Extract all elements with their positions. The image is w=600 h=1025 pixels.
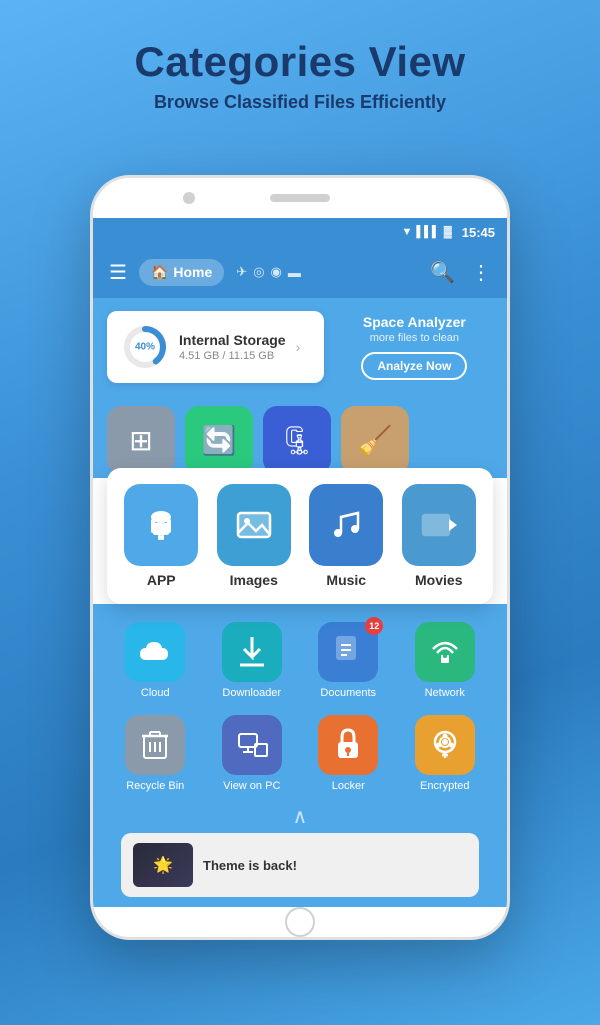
locker-item[interactable]: Locker xyxy=(308,715,388,792)
storage-arrow-icon: › xyxy=(296,339,301,355)
nav-icons: ✈ ◎ ◉ ▬ xyxy=(236,264,301,280)
app-label: APP xyxy=(147,572,176,588)
page-title: Categories View xyxy=(134,38,465,86)
view-on-pc-icon-box xyxy=(222,715,282,775)
music-icon xyxy=(309,484,383,566)
chevron-up-icon[interactable]: ∧ xyxy=(293,804,308,829)
storage-section: 40% Internal Storage 4.51 GB / 11.15 GB … xyxy=(93,298,507,396)
downloader-icon-box xyxy=(222,622,282,682)
network-icon-box xyxy=(415,622,475,682)
storage-info: Internal Storage 4.51 GB / 11.15 GB xyxy=(179,332,286,362)
chevron-row: ∧ xyxy=(107,800,493,833)
cat-icon-4[interactable]: 🧹 xyxy=(341,406,409,474)
icon-row-1: Cloud Downloader xyxy=(107,614,493,707)
popup-grid: APP Images xyxy=(119,484,481,588)
signal-icon: ▌▌▌ xyxy=(416,226,439,238)
more-button[interactable]: ⋮ xyxy=(467,256,495,289)
storage-card[interactable]: 40% Internal Storage 4.51 GB / 11.15 GB … xyxy=(107,311,324,383)
search-button[interactable]: 🔍 xyxy=(426,256,459,289)
network-item[interactable]: Network xyxy=(405,622,485,699)
bottom-rows: Cloud Downloader xyxy=(93,604,507,907)
status-icons: ▼ ▌▌▌ ▓ xyxy=(401,226,451,238)
brush-icon: 🧹 xyxy=(358,424,393,457)
phone-shell: ▼ ▌▌▌ ▓ 15:45 ☰ 🏠 Home ✈ ◎ ◉ ▬ xyxy=(85,175,515,940)
categories-bg-row: ⊞ 🔄 🗜 🧹 xyxy=(93,396,507,478)
movies-label: Movies xyxy=(415,572,462,588)
cat-icon-1[interactable]: ⊞ xyxy=(107,406,175,474)
locker-icon-box xyxy=(318,715,378,775)
analyzer-title: Space Analyzer xyxy=(336,314,493,330)
popup-item-app[interactable]: APP xyxy=(119,484,204,588)
nav-icon-4[interactable]: ▬ xyxy=(288,265,301,280)
cloud-label: Cloud xyxy=(141,687,170,699)
battery-icon: ▓ xyxy=(444,226,452,238)
images-label: Images xyxy=(230,572,278,588)
outer-container: Categories View Browse Classified Files … xyxy=(0,0,600,1025)
locker-label: Locker xyxy=(332,780,365,792)
wifi-icon: ▼ xyxy=(401,226,412,238)
phone-top-bar xyxy=(93,178,507,218)
movies-icon xyxy=(402,484,476,566)
storage-percent: 40% xyxy=(135,342,155,353)
news-headline: Theme is back! xyxy=(203,858,297,873)
documents-item[interactable]: 12 Documents xyxy=(308,622,388,699)
zip-icon: 🗜 xyxy=(279,424,315,457)
downloader-item[interactable]: Downloader xyxy=(212,622,292,699)
news-thumb-icon: 🌟 xyxy=(153,855,173,875)
storage-usage: 4.51 GB / 11.15 GB xyxy=(179,350,286,362)
header-section: Categories View Browse Classified Files … xyxy=(134,0,465,125)
stack-icon: ⊞ xyxy=(129,424,152,457)
breadcrumb-label: Home xyxy=(173,264,212,280)
icon-row-2: Recycle Bin Vi xyxy=(107,707,493,800)
analyze-button[interactable]: Analyze Now xyxy=(361,352,467,380)
phone-home-button[interactable] xyxy=(285,907,315,937)
downloader-label: Downloader xyxy=(222,687,281,699)
cat-icon-2[interactable]: 🔄 xyxy=(185,406,253,474)
home-icon: 🏠 xyxy=(151,264,168,281)
news-text: Theme is back! xyxy=(203,858,297,873)
page-subtitle: Browse Classified Files Efficiently xyxy=(134,92,465,113)
popup-item-music[interactable]: Music xyxy=(304,484,389,588)
app-bar: ☰ 🏠 Home ✈ ◎ ◉ ▬ 🔍 ⋮ xyxy=(93,246,507,298)
nav-icon-1[interactable]: ✈ xyxy=(236,264,247,280)
recycle-bin-icon-box xyxy=(125,715,185,775)
hamburger-button[interactable]: ☰ xyxy=(105,256,131,289)
phone-speaker xyxy=(270,194,330,202)
cloud-icon-box xyxy=(125,622,185,682)
storage-donut: 40% xyxy=(121,323,169,371)
music-label: Music xyxy=(326,572,366,588)
phone-camera xyxy=(183,192,195,204)
popup-panel: APP Images xyxy=(107,468,493,604)
documents-label: Documents xyxy=(320,687,376,699)
storage-name: Internal Storage xyxy=(179,332,286,348)
status-time: 15:45 xyxy=(462,225,495,240)
phone-bottom-bar xyxy=(93,907,507,937)
analyzer-section: Space Analyzer more files to clean Analy… xyxy=(336,310,493,384)
popup-item-movies[interactable]: Movies xyxy=(397,484,482,588)
cat-icon-3[interactable]: 🗜 xyxy=(263,406,331,474)
images-icon xyxy=(217,484,291,566)
status-bar: ▼ ▌▌▌ ▓ 15:45 xyxy=(93,218,507,246)
nav-icon-2[interactable]: ◎ xyxy=(253,264,264,280)
recycle-bin-item[interactable]: Recycle Bin xyxy=(115,715,195,792)
news-image: 🌟 xyxy=(133,843,193,887)
encrypted-item[interactable]: Encrypted xyxy=(405,715,485,792)
news-card[interactable]: 🌟 Theme is back! xyxy=(121,833,479,897)
nav-icon-3[interactable]: ◉ xyxy=(271,264,282,280)
refresh-icon: 🔄 xyxy=(202,424,237,457)
popup-item-images[interactable]: Images xyxy=(212,484,297,588)
encrypted-icon-box xyxy=(415,715,475,775)
documents-icon-box: 12 xyxy=(318,622,378,682)
recycle-bin-label: Recycle Bin xyxy=(126,780,184,792)
view-on-pc-item[interactable]: View on PC xyxy=(212,715,292,792)
phone-body: ▼ ▌▌▌ ▓ 15:45 ☰ 🏠 Home ✈ ◎ ◉ ▬ xyxy=(90,175,510,940)
network-label: Network xyxy=(425,687,465,699)
app-icon xyxy=(124,484,198,566)
view-on-pc-label: View on PC xyxy=(223,780,280,792)
analyzer-sub: more files to clean xyxy=(336,332,493,344)
encrypted-label: Encrypted xyxy=(420,780,470,792)
breadcrumb[interactable]: 🏠 Home xyxy=(139,259,224,286)
cloud-item[interactable]: Cloud xyxy=(115,622,195,699)
documents-badge: 12 xyxy=(365,617,383,635)
